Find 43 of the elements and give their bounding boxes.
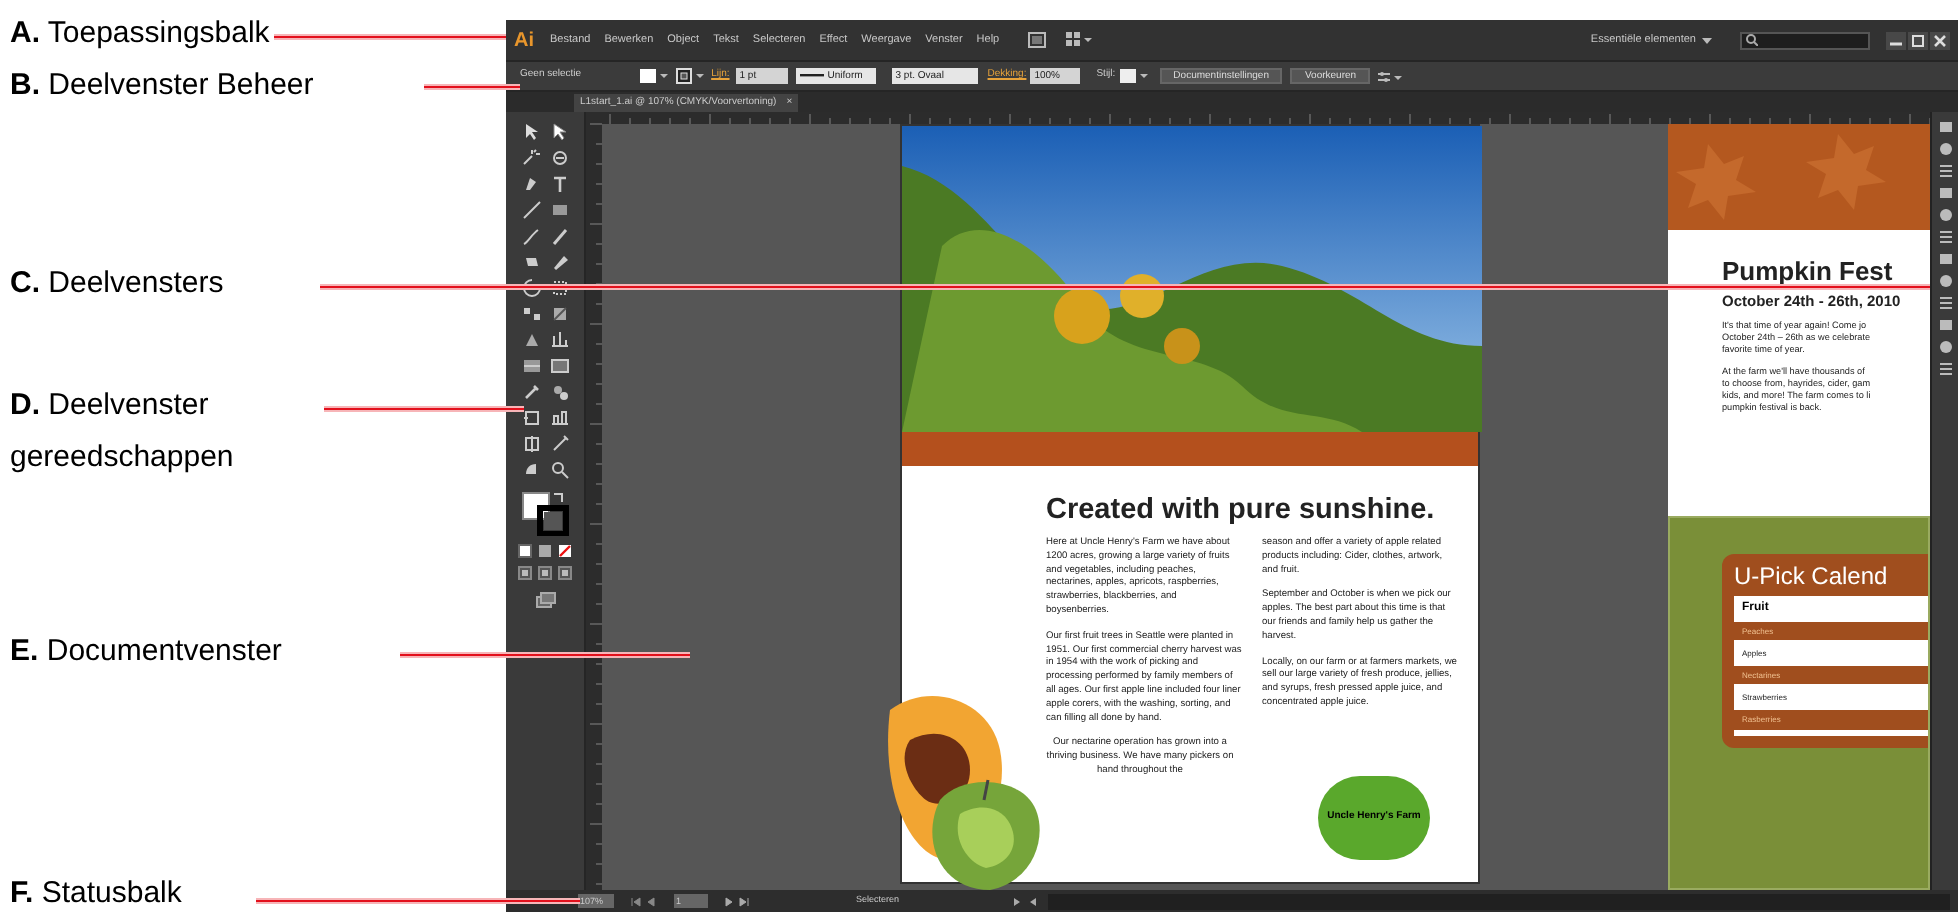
draw-inside-icon[interactable]	[558, 566, 572, 580]
draw-normal-icon[interactable]	[518, 566, 532, 580]
panel-icon[interactable]	[1937, 230, 1953, 244]
style-swatch-icon[interactable]	[1119, 68, 1148, 84]
line-preview-icon	[799, 74, 824, 78]
tool-icon[interactable]	[521, 460, 541, 480]
screen-mode-icon[interactable]	[1027, 32, 1046, 48]
minimize-icon[interactable]	[1886, 31, 1906, 49]
callout-label: E. Documentvenster	[10, 632, 282, 672]
panel-icon[interactable]	[1937, 362, 1953, 376]
caret-icon	[1702, 37, 1712, 43]
search-icon	[1746, 34, 1758, 46]
fill-stroke-swatch-icon[interactable]	[521, 492, 569, 536]
sliders-icon[interactable]	[1378, 69, 1403, 83]
fill-swatch-icon[interactable]	[639, 68, 668, 84]
draw-behind-icon[interactable]	[538, 566, 552, 580]
horizontal-scrollbar[interactable]	[1047, 893, 1950, 909]
scroll-arrows-icon[interactable]	[1011, 895, 1040, 907]
none-mode-icon[interactable]	[558, 544, 572, 558]
screen-mode-icon[interactable]	[535, 592, 555, 608]
heading: Pumpkin Fest	[1722, 256, 1895, 286]
close-icon[interactable]	[1930, 31, 1950, 49]
calendar-title: U-Pick Calend	[1734, 562, 1890, 592]
search-field[interactable]	[1740, 31, 1870, 49]
color-mode-icon[interactable]	[518, 544, 532, 558]
tool-icon[interactable]	[521, 356, 541, 376]
heading: Created with pure sunshine.	[1046, 494, 1437, 526]
tool-icon[interactable]	[549, 304, 569, 324]
gradient-mode-icon[interactable]	[538, 544, 552, 558]
panel-icon[interactable]	[1937, 164, 1953, 178]
leader-line	[424, 84, 520, 90]
maximize-icon[interactable]	[1908, 31, 1928, 49]
arrange-grid-icon[interactable]	[1065, 32, 1092, 48]
callout-label: D. Deelvenster gereedschappen	[10, 386, 236, 478]
tool-icon[interactable]	[549, 460, 569, 480]
app-logo: Ai	[514, 27, 534, 55]
callout-label: C. Deelvensters	[10, 264, 224, 304]
tool-icon[interactable]	[521, 304, 541, 324]
callout-label: F. Statusbalk	[10, 874, 182, 912]
stroke-swatch-icon[interactable]	[675, 68, 704, 84]
panel-icon[interactable]	[1937, 296, 1953, 310]
callout-label: B. Deelvenster Beheer	[10, 66, 314, 106]
callout-label: A. Toepassingsbalk	[10, 14, 270, 54]
